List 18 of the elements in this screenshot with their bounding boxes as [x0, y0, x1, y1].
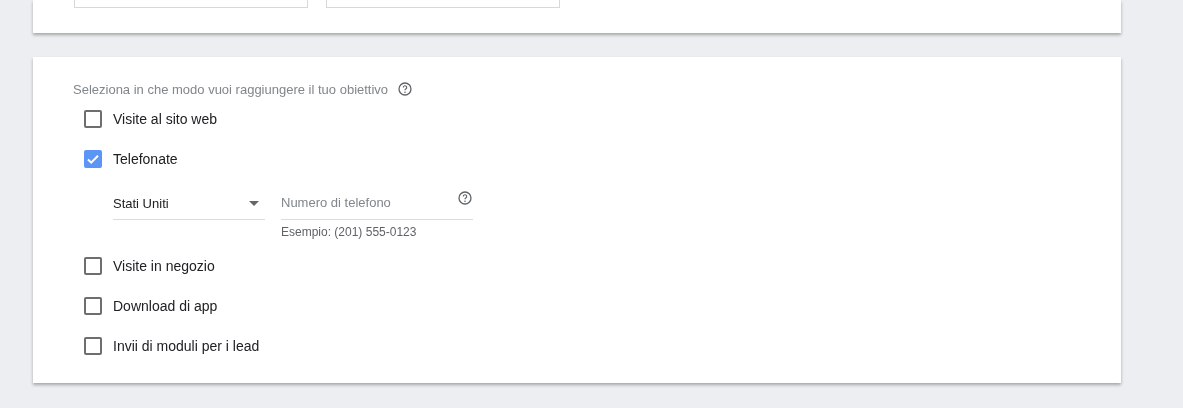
checkbox-label: Visite in negozio: [113, 258, 215, 274]
help-icon[interactable]: [398, 82, 413, 96]
checkbox[interactable]: [84, 110, 102, 128]
checkbox[interactable]: [84, 150, 102, 168]
checkbox[interactable]: [84, 257, 102, 275]
check-icon: [86, 152, 100, 166]
hint-text: Esempio: (201) 555-0123: [281, 225, 418, 239]
country-dropdown[interactable]: Stati Uniti: [113, 191, 265, 220]
section-title: Seleziona in che modo vuoi raggiungere il tuo obiettivo: [73, 81, 389, 97]
help-icon[interactable]: [458, 191, 472, 205]
checkbox[interactable]: [84, 297, 102, 315]
checkbox-label: Download di app: [113, 298, 218, 314]
checkbox-label: Telefonate: [113, 151, 178, 167]
checkbox-label: Visite al sito web: [113, 111, 217, 127]
checkbox-label: Invii di moduli per i lead: [113, 338, 260, 354]
caret-icon: [249, 200, 259, 206]
phone-input-field[interactable]: Numero di telefono: [281, 191, 451, 210]
checkbox[interactable]: [84, 337, 102, 355]
